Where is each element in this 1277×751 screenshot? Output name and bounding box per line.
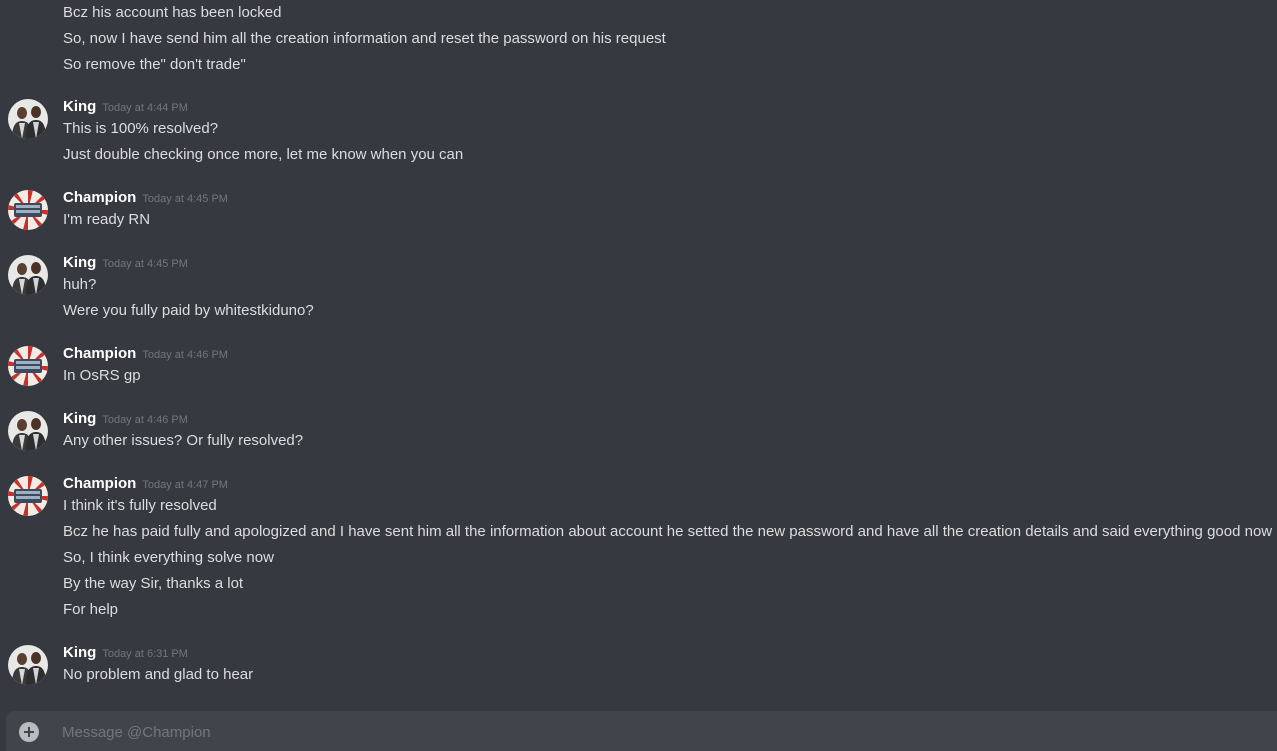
message-line: I'm ready RN bbox=[63, 211, 151, 228]
message-line: Any other issues? Or fully resolved? bbox=[63, 432, 304, 449]
message-line: Were you fully paid by whitestkiduno? bbox=[63, 302, 314, 319]
username[interactable]: King bbox=[63, 410, 96, 427]
timestamp: Today at 4:45 PM bbox=[142, 193, 228, 205]
king-avatar[interactable] bbox=[8, 411, 48, 451]
message-header: Champion Today at 4:47 PM bbox=[63, 474, 228, 495]
message-line: By the way Sir, thanks a lot bbox=[63, 575, 244, 592]
message-line: So remove the" don't trade" bbox=[63, 56, 246, 73]
message-line: I think it's fully resolved bbox=[63, 497, 217, 514]
username[interactable]: King bbox=[63, 644, 96, 661]
message-line: So, now I have send him all the creation… bbox=[63, 30, 666, 47]
timestamp: Today at 4:47 PM bbox=[142, 479, 228, 491]
message-list[interactable]: Bcz his account has been locked So, now … bbox=[0, 0, 1277, 710]
timestamp: Today at 4:45 PM bbox=[102, 258, 188, 270]
message-header: Champion Today at 4:46 PM bbox=[63, 344, 228, 365]
message-header: King Today at 4:44 PM bbox=[63, 97, 188, 118]
message-line: This is 100% resolved? bbox=[63, 120, 219, 137]
message-header: King Today at 4:45 PM bbox=[63, 253, 188, 274]
timestamp: Today at 4:46 PM bbox=[142, 349, 228, 361]
message-header: King Today at 6:31 PM bbox=[63, 643, 188, 664]
message-header: Champion Today at 4:45 PM bbox=[63, 188, 228, 209]
timestamp: Today at 4:46 PM bbox=[102, 414, 188, 426]
message-line: In OsRS gp bbox=[63, 367, 141, 384]
username[interactable]: King bbox=[63, 254, 96, 271]
king-avatar[interactable] bbox=[8, 645, 48, 685]
message-composer bbox=[6, 711, 1277, 751]
champion-avatar[interactable] bbox=[8, 476, 48, 516]
username[interactable]: Champion bbox=[63, 345, 136, 362]
username[interactable]: King bbox=[63, 98, 96, 115]
timestamp: Today at 6:31 PM bbox=[102, 648, 188, 660]
timestamp: Today at 4:44 PM bbox=[102, 102, 188, 114]
king-avatar[interactable] bbox=[8, 255, 48, 295]
plus-circle-icon[interactable] bbox=[19, 722, 39, 742]
champion-avatar[interactable] bbox=[8, 346, 48, 386]
message-line: Just double checking once more, let me k… bbox=[63, 146, 464, 163]
username[interactable]: Champion bbox=[63, 475, 136, 492]
message-line: Bcz his account has been locked bbox=[63, 4, 282, 21]
king-avatar[interactable] bbox=[8, 99, 48, 139]
message-line: So, I think everything solve now bbox=[63, 549, 274, 566]
message-line: Bcz he has paid fully and apologized and… bbox=[63, 523, 1273, 540]
champion-avatar[interactable] bbox=[8, 190, 48, 230]
message-line: For help bbox=[63, 601, 119, 618]
message-input[interactable] bbox=[56, 717, 1268, 747]
message-header: King Today at 4:46 PM bbox=[63, 409, 188, 430]
message-line: No problem and glad to hear bbox=[63, 666, 254, 683]
message-line: huh? bbox=[63, 276, 97, 293]
username[interactable]: Champion bbox=[63, 189, 136, 206]
